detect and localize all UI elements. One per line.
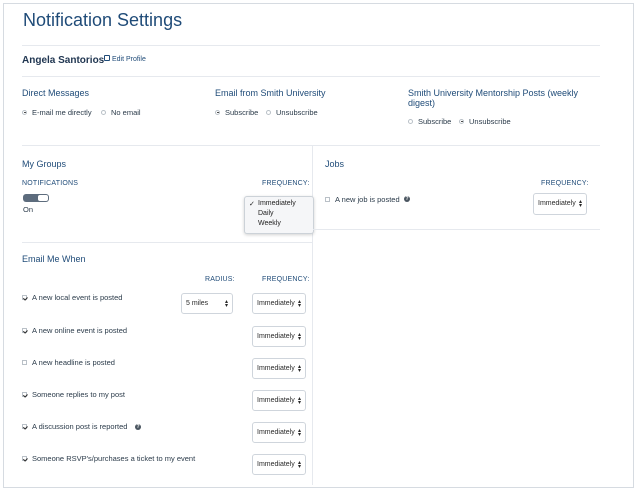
jobs-item[interactable]: A new job is posted xyxy=(325,195,400,204)
select-arrows-icon: ▴ ▾ xyxy=(297,331,301,342)
email-me-frequency-label: FREQUENCY: xyxy=(262,276,310,283)
checkbox[interactable] xyxy=(22,391,27,397)
checkbox[interactable] xyxy=(22,359,27,365)
radio-icon xyxy=(459,118,464,124)
divider xyxy=(22,45,600,46)
dropdown-option-immediately[interactable]: Immediately xyxy=(258,200,296,207)
mentorship-radio-subscribe[interactable]: Subscribe xyxy=(408,117,451,126)
radius-select[interactable]: 5 miles ▴ ▾ xyxy=(181,293,233,314)
radio-icon xyxy=(215,109,220,115)
direct-messages-radio-email[interactable]: E-mail me directly xyxy=(22,108,92,117)
divider xyxy=(22,242,312,243)
select-arrows-icon: ▴ ▾ xyxy=(578,199,582,209)
checkbox[interactable] xyxy=(22,455,27,461)
select-arrows-icon: ▴ ▾ xyxy=(297,363,301,374)
frequency-select-discussion-report[interactable]: Immediately ▴ ▾ xyxy=(252,422,306,443)
page-title: Notification Settings xyxy=(23,10,183,30)
divider xyxy=(22,145,600,146)
mentorship-title: Smith University Mentorship Posts (weekl… xyxy=(408,88,579,108)
direct-messages-title: Direct Messages xyxy=(22,88,90,98)
dropdown-option-daily[interactable]: Daily xyxy=(258,210,274,217)
email-me-when-title: Email Me When xyxy=(22,254,86,264)
divider xyxy=(22,76,600,77)
dropdown-option-weekly[interactable]: Weekly xyxy=(258,220,281,227)
email-university-radio-unsubscribe[interactable]: Unsubscribe xyxy=(266,108,318,117)
select-arrows-icon: ▴ ▾ xyxy=(224,298,228,309)
toggle-state: On xyxy=(23,205,34,214)
frequency-select-local-event[interactable]: Immediately ▴ ▾ xyxy=(252,293,306,314)
email-me-item-discussion-report[interactable]: A discussion post is reported xyxy=(22,422,127,431)
checkbox[interactable] xyxy=(22,327,27,333)
edit-icon xyxy=(104,55,110,62)
edit-profile-label: Edit Profile xyxy=(112,56,146,63)
email-university-title: Email from Smith University xyxy=(215,88,326,98)
notifications-toggle[interactable] xyxy=(23,194,49,202)
select-arrows-icon: ▴ ▾ xyxy=(297,427,301,438)
frequency-select-replies[interactable]: Immediately ▴ ▾ xyxy=(252,390,306,411)
my-groups-title: My Groups xyxy=(22,159,67,169)
jobs-frequency-select[interactable]: Immediately ▴ ▾ xyxy=(533,193,587,215)
email-me-item-online-event[interactable]: A new online event is posted xyxy=(22,326,127,335)
notifications-label: NOTIFICATIONS xyxy=(22,180,79,187)
select-arrows-icon: ▴ ▾ xyxy=(297,459,301,470)
help-icon[interactable]: ? xyxy=(404,196,410,202)
toggle-knob xyxy=(38,195,48,201)
email-university-radio-subscribe[interactable]: Subscribe xyxy=(215,108,258,117)
edit-profile-link[interactable]: Edit Profile xyxy=(104,55,146,63)
email-me-item-rsvp[interactable]: Someone RSVP's/purchases a ticket to my … xyxy=(22,454,195,463)
mentorship-radio-unsubscribe[interactable]: Unsubscribe xyxy=(459,117,511,126)
direct-messages-radio-none[interactable]: No email xyxy=(101,108,141,117)
frequency-select-headline[interactable]: Immediately ▴ ▾ xyxy=(252,358,306,379)
checkbox[interactable] xyxy=(325,196,330,202)
checkbox[interactable] xyxy=(22,294,27,300)
checkbox[interactable] xyxy=(22,423,27,429)
check-icon: ✓ xyxy=(249,201,255,208)
help-icon[interactable]: ? xyxy=(135,424,141,430)
select-arrows-icon: ▴ ▾ xyxy=(297,395,301,406)
radius-label: RADIUS: xyxy=(205,276,235,283)
email-me-item-headline[interactable]: A new headline is posted xyxy=(22,358,115,367)
profile-name: Angela Santorios xyxy=(22,55,105,66)
frequency-select-rsvp[interactable]: Immediately ▴ ▾ xyxy=(252,454,306,475)
divider xyxy=(313,229,600,230)
email-me-item-replies[interactable]: Someone replies to my post xyxy=(22,390,125,399)
radio-icon xyxy=(101,109,106,115)
email-me-item-local-event[interactable]: A new local event is posted xyxy=(22,293,122,302)
radio-icon xyxy=(408,118,413,124)
radio-icon xyxy=(22,109,27,115)
frequency-select-online-event[interactable]: Immediately ▴ ▾ xyxy=(252,326,306,347)
frequency-dropdown-menu[interactable]: ✓ Immediately Daily Weekly xyxy=(244,196,314,234)
jobs-title: Jobs xyxy=(325,159,345,169)
groups-frequency-label: FREQUENCY: xyxy=(262,180,310,187)
radio-icon xyxy=(266,109,271,115)
select-arrows-icon: ▴ ▾ xyxy=(297,298,301,309)
jobs-frequency-label: FREQUENCY: xyxy=(541,180,589,187)
